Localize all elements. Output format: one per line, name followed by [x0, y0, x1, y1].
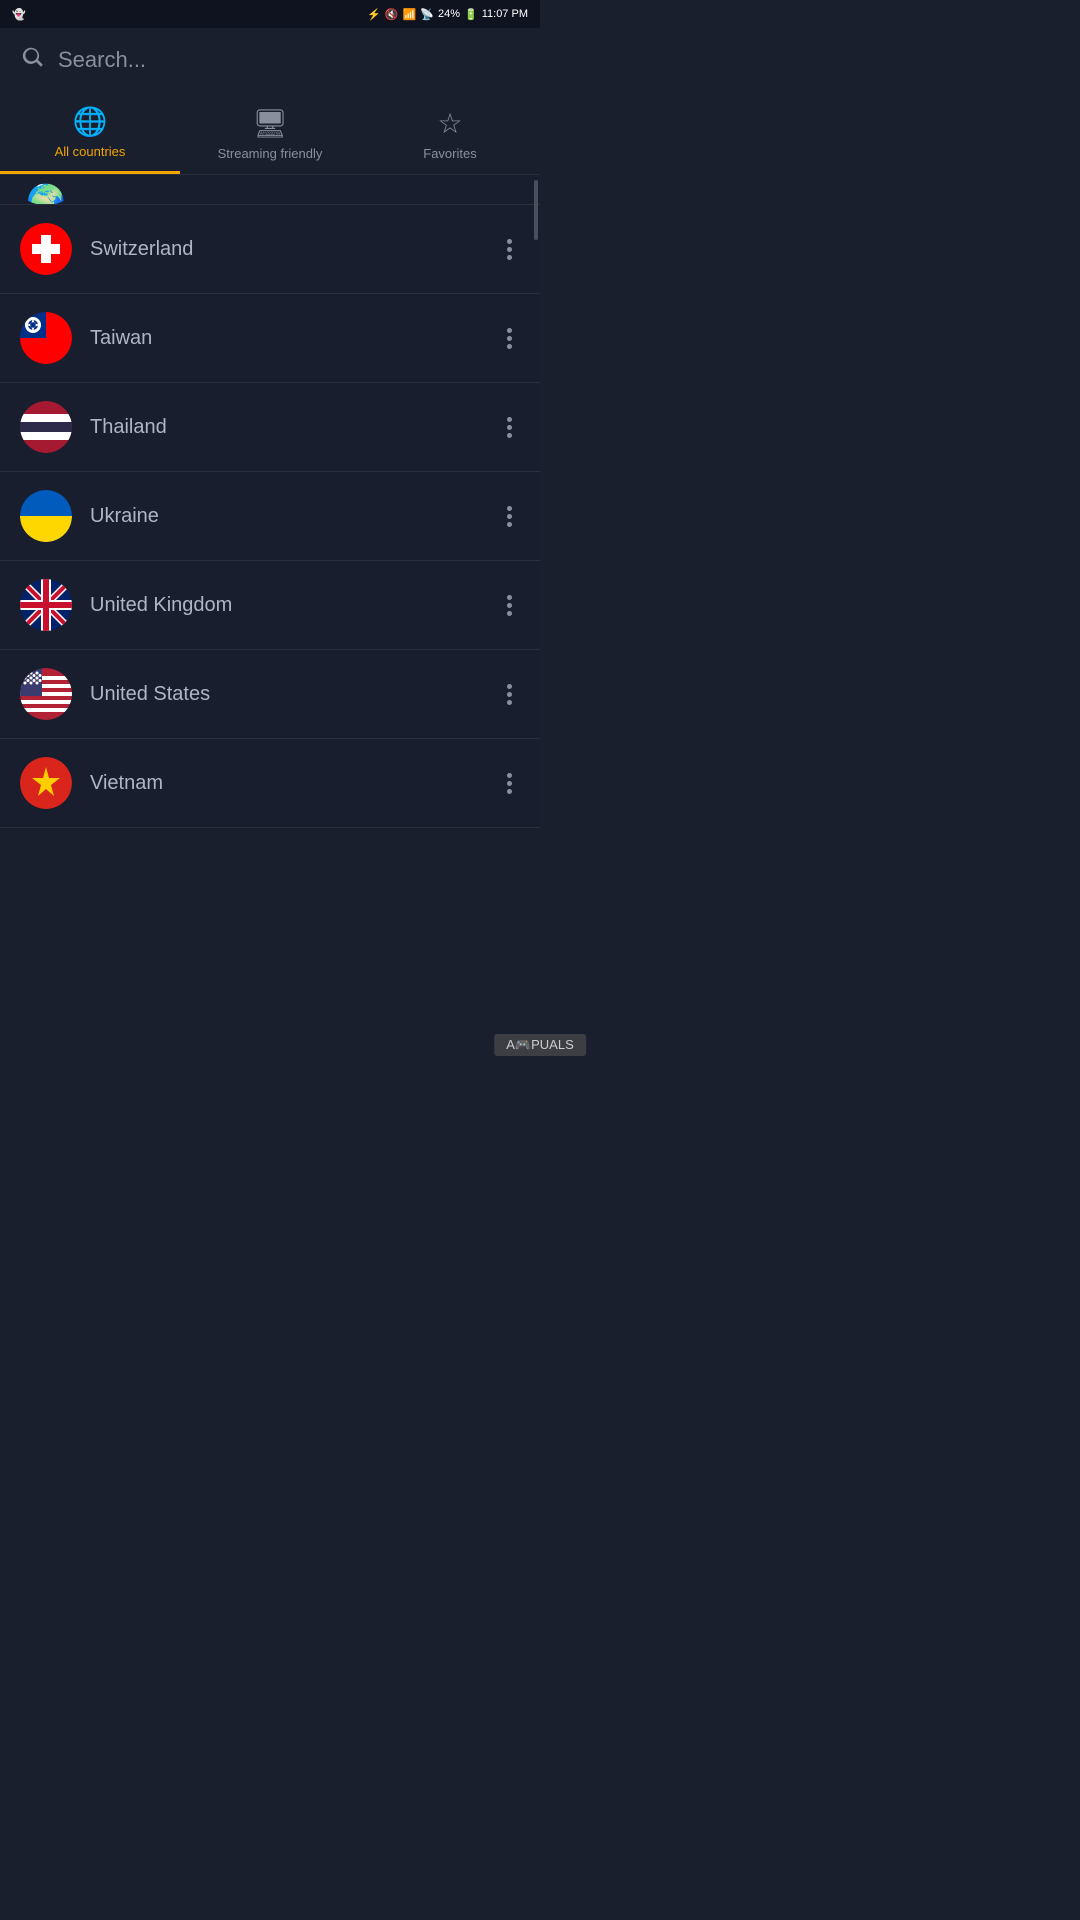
flag-taiwan — [20, 312, 72, 364]
country-item[interactable]: Vietnam — [0, 739, 540, 828]
more-button-thailand[interactable] — [499, 409, 520, 446]
country-name-thailand: Thailand — [90, 416, 499, 439]
wifi-icon: 📶 — [403, 8, 417, 21]
country-item-partial: 🌍 — [0, 175, 540, 205]
tab-favorites[interactable]: ☆ Favorites — [360, 91, 540, 174]
more-button-taiwan[interactable] — [499, 320, 520, 357]
status-bar: 👻 ⚡ 🔇 📶 📡 24% 🔋 11:07 PM — [0, 0, 540, 28]
bluetooth-icon: ⚡ — [367, 8, 381, 21]
more-button-ukraine[interactable] — [499, 498, 520, 535]
country-name-switzerland: Switzerland — [90, 238, 499, 261]
monitor-icon: 🖥 — [252, 107, 288, 140]
time: 11:07 PM — [482, 8, 528, 20]
country-list: 🌍 Switzerland — [0, 175, 540, 828]
tab-streaming-label: Streaming friendly — [218, 146, 323, 161]
country-name-vietnam: Vietnam — [90, 772, 499, 795]
country-item[interactable]: United States — [0, 650, 540, 739]
flag-uk — [20, 579, 72, 631]
more-button-us[interactable] — [499, 676, 520, 713]
flag-us — [20, 668, 72, 720]
tabs-container: 🌐 All countries 🖥 Streaming friendly ☆ F… — [0, 91, 540, 175]
country-name-uk: United Kingdom — [90, 594, 499, 617]
signal-icon: 📡 — [420, 8, 434, 21]
country-item[interactable]: Taiwan — [0, 294, 540, 383]
star-icon: ☆ — [437, 107, 462, 140]
country-name-us: United States — [90, 683, 499, 706]
country-item[interactable]: United Kingdom — [0, 561, 540, 650]
tab-streaming-friendly[interactable]: 🖥 Streaming friendly — [180, 91, 360, 174]
more-button-vietnam[interactable] — [499, 765, 520, 802]
flag-vietnam — [20, 757, 72, 809]
status-icons: ⚡ 🔇 📶 📡 24% 🔋 11:07 PM — [367, 8, 528, 21]
more-button-switzerland[interactable] — [499, 231, 520, 268]
scrollbar[interactable] — [534, 180, 538, 240]
flag-switzerland — [20, 223, 72, 275]
country-item[interactable]: Thailand — [0, 383, 540, 472]
country-item[interactable]: Switzerland — [0, 205, 540, 294]
watermark: A🎮PUALS — [494, 1034, 586, 1056]
mute-icon: 🔇 — [385, 8, 399, 21]
tab-all-countries-label: All countries — [55, 144, 126, 159]
globe-icon: 🌐 — [73, 105, 108, 138]
app-ghost-icon: 👻 — [12, 8, 26, 21]
flag-ukraine — [20, 490, 72, 542]
tab-all-countries[interactable]: 🌐 All countries — [0, 91, 180, 174]
country-item[interactable]: Ukraine — [0, 472, 540, 561]
battery-icon: 🔋 — [464, 8, 478, 21]
more-button-uk[interactable] — [499, 587, 520, 624]
country-name-ukraine: Ukraine — [90, 505, 499, 528]
tab-favorites-label: Favorites — [423, 146, 476, 161]
country-name-taiwan: Taiwan — [90, 327, 499, 350]
search-input[interactable] — [58, 47, 520, 73]
search-bar — [0, 28, 540, 91]
search-icon — [20, 44, 46, 75]
flag-thailand — [20, 401, 72, 453]
battery-percent: 24% — [438, 8, 460, 20]
